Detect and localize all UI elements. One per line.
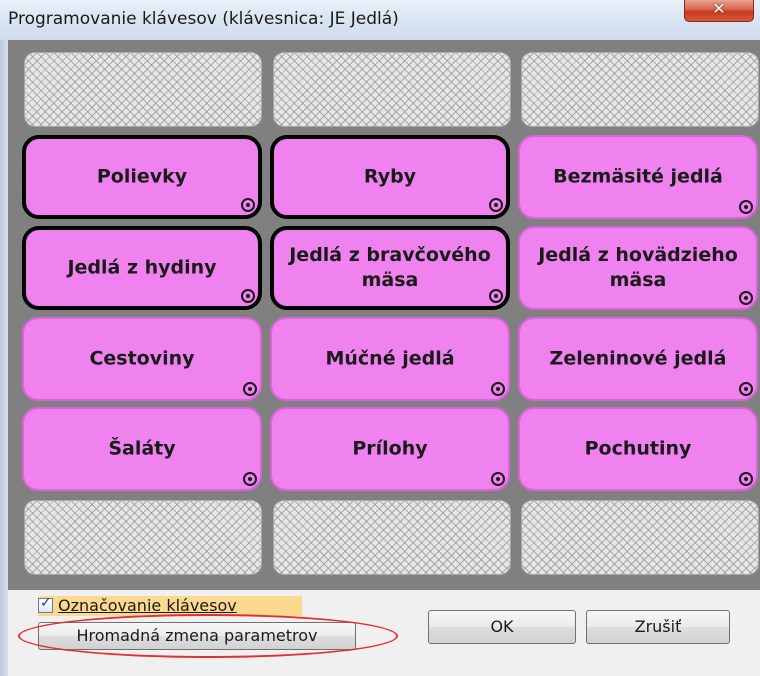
window-title: Programovanie klávesov (klávesnica: JE J… — [8, 9, 399, 29]
empty-key-slot[interactable] — [273, 52, 511, 127]
bulk-change-parameters-label: Hromadná zmena parametrov — [76, 626, 318, 645]
key-label: Zeleninové jedlá — [549, 347, 727, 370]
key-label: Múčné jedlá — [325, 347, 455, 370]
key-label: Pochutiny — [584, 437, 692, 460]
key-button[interactable]: Šaláty — [22, 407, 262, 491]
ok-button[interactable]: OK — [428, 610, 576, 644]
key-marking-checkbox-label[interactable]: Označovanie klávesov — [58, 596, 237, 615]
radio-marker-icon — [739, 291, 753, 305]
empty-key-slot[interactable] — [24, 500, 262, 575]
key-label: Ryby — [363, 165, 417, 188]
key-button[interactable]: Ryby — [270, 135, 510, 219]
key-label: Cestoviny — [89, 347, 195, 370]
cancel-button-label: Zrušiť — [634, 617, 682, 636]
empty-key-slot[interactable] — [521, 500, 759, 575]
key-label: Prílohy — [352, 437, 428, 460]
key-button[interactable]: Bezmäsité jedlá — [518, 135, 758, 219]
key-marking-checkbox-row[interactable]: ✓ Označovanie klávesov — [38, 595, 302, 616]
close-icon: ✕ — [712, 0, 726, 18]
key-button[interactable]: Jedlá z bravčového mäsa — [270, 226, 510, 310]
empty-key-slot[interactable] — [24, 52, 262, 127]
key-label: Bezmäsité jedlá — [553, 165, 723, 188]
key-label: Jedlá z hydiny — [67, 256, 217, 279]
key-button[interactable]: Jedlá z hovädzieho mäsa — [518, 226, 758, 310]
radio-marker-icon — [739, 200, 753, 214]
key-label: Jedlá z bravčového mäsa — [289, 244, 491, 291]
checkmark-icon: ✓ — [40, 595, 52, 611]
key-label: Jedlá z hovädzieho mäsa — [538, 244, 738, 291]
radio-marker-icon — [489, 198, 503, 212]
key-label: Šaláty — [108, 437, 176, 460]
radio-marker-icon — [491, 472, 505, 486]
key-button[interactable]: Jedlá z hydiny — [22, 226, 262, 310]
bulk-change-parameters-button[interactable]: Hromadná zmena parametrov — [38, 622, 356, 650]
empty-key-slot[interactable] — [521, 52, 759, 127]
key-button[interactable]: Múčné jedlá — [270, 317, 510, 401]
ok-button-label: OK — [490, 617, 514, 636]
radio-marker-icon — [489, 289, 503, 303]
radio-marker-icon — [739, 382, 753, 396]
key-button[interactable]: Zeleninové jedlá — [518, 317, 758, 401]
cancel-button[interactable]: Zrušiť — [586, 610, 730, 644]
key-marking-checkbox[interactable]: ✓ — [38, 595, 53, 613]
radio-marker-icon — [243, 472, 257, 486]
radio-marker-icon — [241, 289, 255, 303]
key-label: Polievky — [96, 165, 188, 188]
radio-marker-icon — [243, 382, 257, 396]
key-button[interactable]: Pochutiny — [518, 407, 758, 491]
radio-marker-icon — [241, 198, 255, 212]
key-button[interactable]: Polievky — [22, 135, 262, 219]
key-button[interactable]: Prílohy — [270, 407, 510, 491]
title-bar: Programovanie klávesov (klávesnica: JE J… — [0, 0, 760, 40]
radio-marker-icon — [491, 382, 505, 396]
window-frame-left — [0, 40, 8, 676]
key-grid-panel: Polievky Ryby Bezmäsité jedlá Jedlá z hy… — [8, 40, 760, 590]
radio-marker-icon — [739, 472, 753, 486]
key-button[interactable]: Cestoviny — [22, 317, 262, 401]
close-button[interactable]: ✕ — [684, 0, 754, 22]
empty-key-slot[interactable] — [273, 500, 511, 575]
